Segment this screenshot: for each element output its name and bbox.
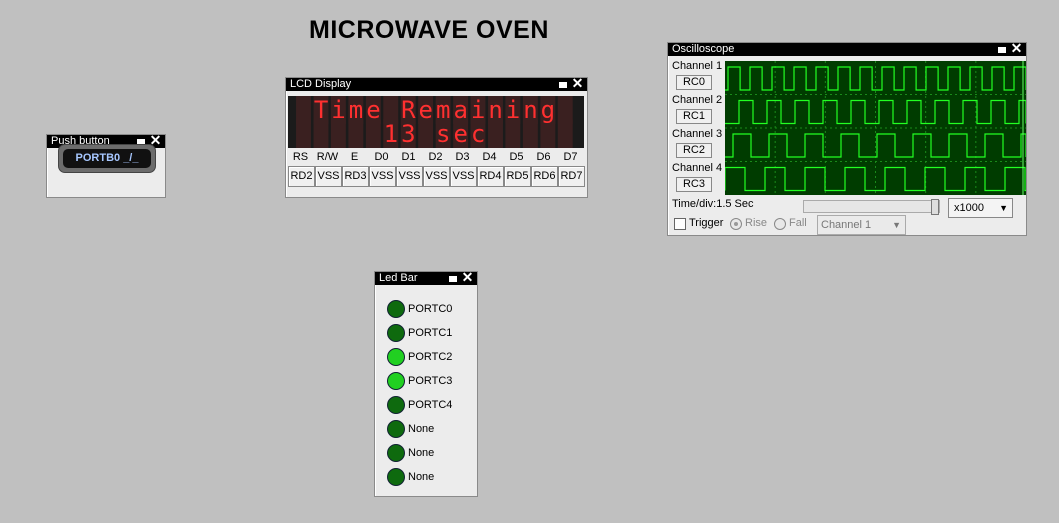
lcd-pin-label: R/W: [316, 151, 339, 163]
oscilloscope-title: Oscilloscope: [672, 43, 735, 55]
multiplier-value: x1000: [954, 202, 984, 214]
lcd-window: LCD Display ✕ ████████████████ █████████…: [285, 77, 588, 198]
fall-label: Fall: [789, 217, 807, 229]
lcd-pin-button[interactable]: VSS: [450, 166, 477, 187]
lcd-pin-button[interactable]: RD4: [477, 166, 504, 187]
lcd-pin-button[interactable]: RD3: [342, 166, 369, 187]
lcd-pin-button[interactable]: VSS: [396, 166, 423, 187]
minimize-icon[interactable]: [998, 47, 1006, 53]
channel-label: Channel 1: [672, 60, 723, 72]
led-bar-window: Led Bar ✕ PORTC0 PORTC1 PORTC2 PORTC3 PORTC4…: [374, 271, 478, 497]
close-icon[interactable]: ✕: [571, 78, 584, 90]
lcd-pin-label: D0: [374, 151, 389, 163]
led-label[interactable]: PORTC4: [408, 396, 452, 414]
led-indicator: [387, 324, 405, 342]
lcd-screen: ████████████████ ████████████████ Time R…: [288, 96, 584, 148]
channel-pin-button[interactable]: RC1: [676, 109, 712, 124]
minimize-icon[interactable]: [559, 82, 567, 88]
led-label[interactable]: PORTC2: [408, 348, 452, 366]
slider-thumb[interactable]: [931, 199, 939, 215]
lcd-pin-button[interactable]: VSS: [369, 166, 396, 187]
lcd-pin-label: D1: [401, 151, 416, 163]
led-label[interactable]: None: [408, 444, 434, 462]
channel-label: Channel 3: [672, 128, 723, 140]
lcd-line-1: Time Remaining: [313, 96, 559, 124]
trigger-channel-value: Channel 1: [821, 219, 872, 231]
led-label[interactable]: PORTC1: [408, 324, 452, 342]
time-div-label: Time/div:1.5 Sec: [672, 198, 754, 210]
lcd-pin-button[interactable]: RD7: [558, 166, 585, 187]
led-indicator: [387, 468, 405, 486]
led-indicator: [387, 300, 405, 318]
lcd-pin-label: D4: [482, 151, 497, 163]
lcd-pin-button[interactable]: RD6: [531, 166, 558, 187]
lcd-pin-button[interactable]: RD5: [504, 166, 531, 187]
close-icon[interactable]: ✕: [1010, 43, 1023, 55]
led-label[interactable]: PORTC3: [408, 372, 452, 390]
portb0-button[interactable]: PORTB0 _/_: [63, 149, 151, 168]
lcd-pin-label: E: [350, 151, 359, 163]
trigger-channel-select[interactable]: Channel 1 ▼: [817, 215, 906, 235]
multiplier-select[interactable]: x1000 ▼: [948, 198, 1013, 218]
oscilloscope-titlebar[interactable]: Oscilloscope ✕: [668, 43, 1026, 56]
push-button-window: Push button ✕ PORTB0 _/_: [46, 134, 166, 198]
lcd-titlebar[interactable]: LCD Display ✕: [286, 78, 587, 91]
lcd-pin-label: D2: [428, 151, 443, 163]
led-indicator: [387, 396, 405, 414]
lcd-pin-label: RS: [292, 151, 309, 163]
channel-label: Channel 4: [672, 162, 723, 174]
page-title: MICROWAVE OVEN: [309, 16, 549, 44]
lcd-pin-label: D6: [536, 151, 551, 163]
trigger-checkbox[interactable]: [674, 218, 686, 230]
oscilloscope-window: Oscilloscope ✕ Channel 1 RC0 Channel 2 RC1 C…: [667, 42, 1027, 236]
led-label[interactable]: None: [408, 468, 434, 486]
led-label[interactable]: PORTC0: [408, 300, 452, 318]
chevron-down-icon: ▼: [999, 203, 1008, 213]
channel-pin-button[interactable]: RC2: [676, 143, 712, 158]
channel-pin-button[interactable]: RC0: [676, 75, 712, 90]
fall-radio[interactable]: [774, 218, 786, 230]
lcd-title: LCD Display: [290, 78, 352, 90]
channel-label: Channel 2: [672, 94, 723, 106]
lcd-line-2: 13 sec: [383, 120, 489, 148]
lcd-pin-label: D7: [563, 151, 578, 163]
rise-radio[interactable]: [730, 218, 742, 230]
rise-label: Rise: [745, 217, 768, 229]
lcd-pin-button[interactable]: VSS: [315, 166, 342, 187]
lcd-pin-button[interactable]: RD2: [288, 166, 315, 187]
channel-pin-button[interactable]: RC3: [676, 177, 712, 192]
led-indicator: [387, 348, 405, 366]
led-indicator: [387, 420, 405, 438]
radio-dot: [734, 222, 738, 226]
lcd-pin-button[interactable]: VSS: [423, 166, 450, 187]
close-icon[interactable]: ✕: [461, 272, 474, 284]
time-div-slider[interactable]: [803, 199, 940, 215]
chevron-down-icon: ▼: [892, 220, 901, 230]
led-bar-titlebar[interactable]: Led Bar ✕: [375, 272, 477, 285]
minimize-icon[interactable]: [449, 276, 457, 282]
led-bar-title: Led Bar: [379, 272, 418, 284]
trigger-label: Trigger: [689, 217, 724, 229]
led-indicator: [387, 372, 405, 390]
lcd-pin-label: D5: [509, 151, 524, 163]
lcd-pin-label: D3: [455, 151, 470, 163]
led-indicator: [387, 444, 405, 462]
oscilloscope-display: [725, 61, 1026, 195]
led-label[interactable]: None: [408, 420, 434, 438]
portb0-button-frame[interactable]: PORTB0 _/_: [58, 144, 156, 173]
